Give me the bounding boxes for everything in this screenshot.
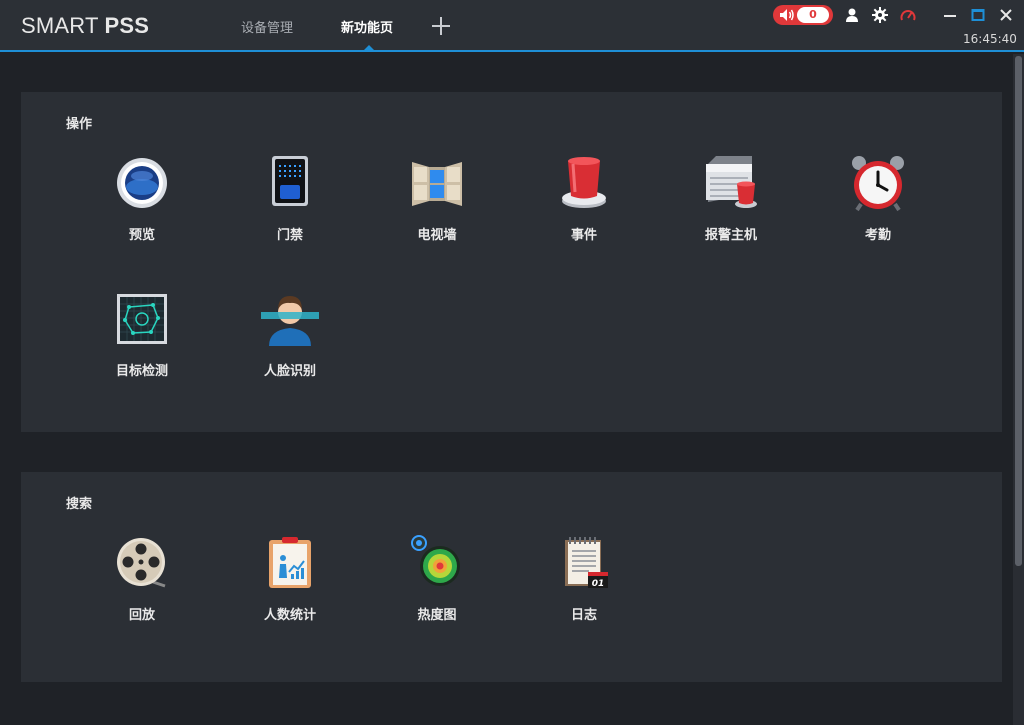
- attendance-clock-icon: [852, 156, 904, 212]
- tile-preview[interactable]: 预览: [92, 154, 192, 264]
- face-recognition-icon: [261, 296, 319, 346]
- minimize-icon[interactable]: [942, 7, 958, 23]
- tile-label: 回放: [128, 608, 155, 623]
- tile-event[interactable]: 事件: [534, 154, 634, 264]
- tile-access-control[interactable]: 门禁: [240, 154, 340, 264]
- alarm-count-badge: 0: [797, 7, 829, 23]
- tile-heat-map[interactable]: 热度图: [387, 534, 487, 644]
- alarm-host-icon: [706, 156, 757, 208]
- tab-device-management[interactable]: 设备管理: [241, 17, 293, 36]
- operations-section-title: 操作: [66, 117, 93, 132]
- heat-map-icon: [411, 535, 460, 586]
- tile-target-detection[interactable]: 目标检测: [92, 290, 192, 400]
- maximize-icon[interactable]: [970, 7, 986, 23]
- people-counting-icon: [269, 537, 311, 588]
- tile-label: 日志: [570, 608, 597, 623]
- user-icon[interactable]: [844, 7, 860, 23]
- event-icon: [562, 157, 606, 208]
- title-bar: SMART PSS 设备管理 新功能页 0 16:45:40: [0, 0, 1024, 52]
- access-control-icon: [272, 156, 308, 206]
- search-section-title: 搜索: [66, 497, 93, 512]
- speaker-icon: [780, 9, 794, 21]
- scrollbar-thumb[interactable]: [1015, 56, 1022, 566]
- tile-people-counting[interactable]: 人数统计: [240, 534, 340, 644]
- active-tab-indicator: [364, 45, 374, 50]
- app-logo: SMART PSS: [21, 13, 150, 38]
- performance-gauge-icon[interactable]: [900, 7, 916, 23]
- tile-label: 电视墙: [417, 228, 457, 243]
- tile-label: 报警主机: [704, 228, 757, 243]
- tile-label: 考勤: [864, 228, 891, 243]
- tile-label: 预览: [128, 228, 155, 243]
- clock-time: 16:45:40: [963, 32, 1017, 46]
- svg-text:01: 01: [592, 579, 605, 589]
- vertical-scrollbar[interactable]: [1013, 54, 1024, 725]
- tile-log[interactable]: 01 日志: [534, 534, 634, 644]
- tile-attendance[interactable]: 考勤: [828, 154, 928, 264]
- playback-icon: [117, 538, 166, 588]
- tile-label: 事件: [570, 228, 597, 243]
- search-panel: 搜索 回放 人数统计 热度图 01 日志: [21, 472, 1002, 682]
- tile-face-recognition[interactable]: 人脸识别: [240, 290, 340, 400]
- tile-label: 人数统计: [263, 608, 316, 623]
- video-wall-icon: [412, 162, 462, 206]
- tile-label: 门禁: [276, 228, 303, 243]
- add-tab-icon[interactable]: [431, 16, 451, 36]
- log-icon: 01: [565, 537, 608, 589]
- operations-panel: 操作 预览 门禁 电视墙 事件 报警主机 考勤 目标检测 人脸识别: [21, 92, 1002, 432]
- tile-label: 热度图: [417, 608, 457, 623]
- tile-label: 人脸识别: [263, 364, 316, 379]
- preview-icon: [117, 158, 167, 208]
- tile-alarm-host[interactable]: 报警主机: [681, 154, 781, 264]
- close-icon[interactable]: [998, 7, 1014, 23]
- tile-video-wall[interactable]: 电视墙: [387, 154, 487, 264]
- tile-playback[interactable]: 回放: [92, 534, 192, 644]
- tile-label: 目标检测: [115, 364, 168, 379]
- gear-icon[interactable]: [872, 7, 888, 23]
- target-detection-icon: [117, 294, 167, 344]
- tab-new-function-page[interactable]: 新功能页: [341, 17, 393, 36]
